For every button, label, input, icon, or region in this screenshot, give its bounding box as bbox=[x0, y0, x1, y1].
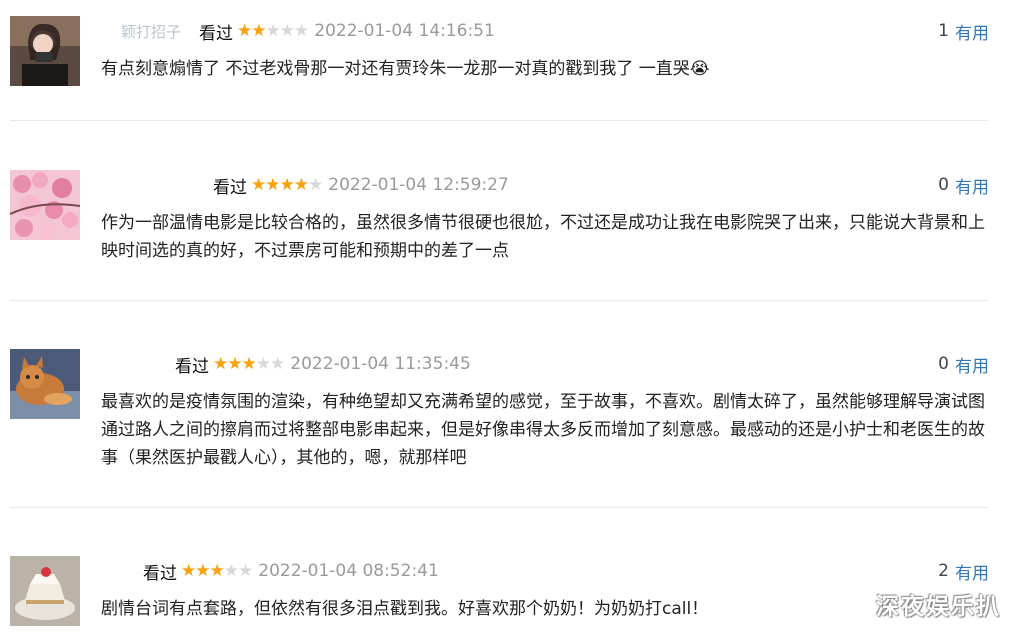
vote-count: 0 bbox=[938, 354, 949, 374]
comment-meta: 看过 ★ ★ ★ ★ ★ 2022-01-04 11:35:45 bbox=[101, 353, 471, 377]
watched-label: 看过 bbox=[213, 177, 247, 198]
star-icon: ★ bbox=[227, 354, 242, 374]
star-icon: ★ bbox=[279, 175, 295, 195]
star-icon: ★ bbox=[265, 175, 280, 195]
star-icon: ★ bbox=[181, 561, 196, 581]
star-icon: ★ bbox=[279, 21, 295, 41]
star-icon: ★ bbox=[241, 354, 257, 374]
watched-label: 看过 bbox=[143, 563, 177, 584]
divider bbox=[10, 507, 988, 508]
avatar[interactable] bbox=[10, 16, 80, 86]
star-icon: ★ bbox=[251, 21, 266, 41]
star-icon: ★ bbox=[213, 354, 228, 374]
star-icon: ★ bbox=[223, 561, 239, 581]
star-icon: ★ bbox=[251, 175, 266, 195]
comment-meta: 颖打招子 看过 ★ ★ ★ ★ ★ 2022-01-04 14:16:51 bbox=[121, 20, 495, 44]
watched-label: 看过 bbox=[175, 356, 209, 377]
star-rating: ★ ★ ★ ★ ★ bbox=[181, 561, 253, 581]
star-icon: ★ bbox=[195, 561, 210, 581]
divider bbox=[10, 120, 988, 121]
useful-button[interactable]: 有用 bbox=[955, 352, 989, 377]
divider bbox=[10, 300, 988, 301]
star-icon: ★ bbox=[255, 354, 271, 374]
comment-time: 2022-01-04 12:59:27 bbox=[328, 175, 509, 195]
avatar[interactable] bbox=[10, 349, 80, 419]
useful-vote: 1 有用 bbox=[938, 19, 989, 44]
useful-vote: 0 有用 bbox=[938, 352, 989, 377]
useful-button[interactable]: 有用 bbox=[955, 559, 989, 584]
star-rating: ★ ★ ★ ★ ★ bbox=[237, 21, 309, 41]
star-icon: ★ bbox=[293, 175, 309, 195]
star-icon: ★ bbox=[265, 21, 281, 41]
useful-button[interactable]: 有用 bbox=[955, 173, 989, 198]
comment-meta: 看过 ★ ★ ★ ★ ★ 2022-01-04 12:59:27 bbox=[101, 174, 509, 198]
useful-button[interactable]: 有用 bbox=[955, 19, 989, 44]
star-icon: ★ bbox=[237, 21, 252, 41]
star-rating: ★ ★ ★ ★ ★ bbox=[251, 175, 323, 195]
star-icon: ★ bbox=[209, 561, 225, 581]
star-icon: ★ bbox=[238, 561, 253, 581]
comment-text: 作为一部温情电影是比较合格的，虽然很多情节很硬也很尬，不过还是成功让我在电影院哭… bbox=[101, 213, 985, 261]
useful-vote: 2 有用 bbox=[938, 559, 989, 584]
comment-text: 最喜欢的是疫情氛围的渲染，有种绝望却又充满希望的感觉，至于故事，不喜欢。剧情太碎… bbox=[101, 392, 985, 468]
comment-text: 剧情台词有点套路，但依然有很多泪点戳到我。好喜欢那个奶奶！为奶奶打call！ bbox=[101, 599, 709, 619]
watermark: 深夜娱乐扒 bbox=[876, 594, 1001, 620]
comment-time: 2022-01-04 11:35:45 bbox=[290, 354, 471, 374]
vote-count: 1 bbox=[938, 21, 949, 41]
vote-count: 0 bbox=[938, 175, 949, 195]
watched-label: 看过 bbox=[199, 23, 233, 44]
star-rating: ★ ★ ★ ★ ★ bbox=[213, 354, 285, 374]
avatar[interactable] bbox=[10, 170, 80, 240]
avatar[interactable] bbox=[10, 556, 80, 626]
comment-meta: 看过 ★ ★ ★ ★ ★ 2022-01-04 08:52:41 bbox=[101, 560, 439, 584]
useful-vote: 0 有用 bbox=[938, 173, 989, 198]
star-icon: ★ bbox=[270, 354, 285, 374]
comment-time: 2022-01-04 14:16:51 bbox=[314, 21, 495, 41]
star-icon: ★ bbox=[308, 175, 323, 195]
star-icon: ★ bbox=[294, 21, 309, 41]
comment-text: 有点刻意煽情了 不过老戏骨那一对还有贾玲朱一龙那一对真的戳到我了 一直哭😭 bbox=[101, 59, 710, 79]
username-link[interactable]: 颖打招子 bbox=[121, 21, 191, 42]
comment-time: 2022-01-04 08:52:41 bbox=[258, 561, 439, 581]
vote-count: 2 bbox=[938, 561, 949, 581]
